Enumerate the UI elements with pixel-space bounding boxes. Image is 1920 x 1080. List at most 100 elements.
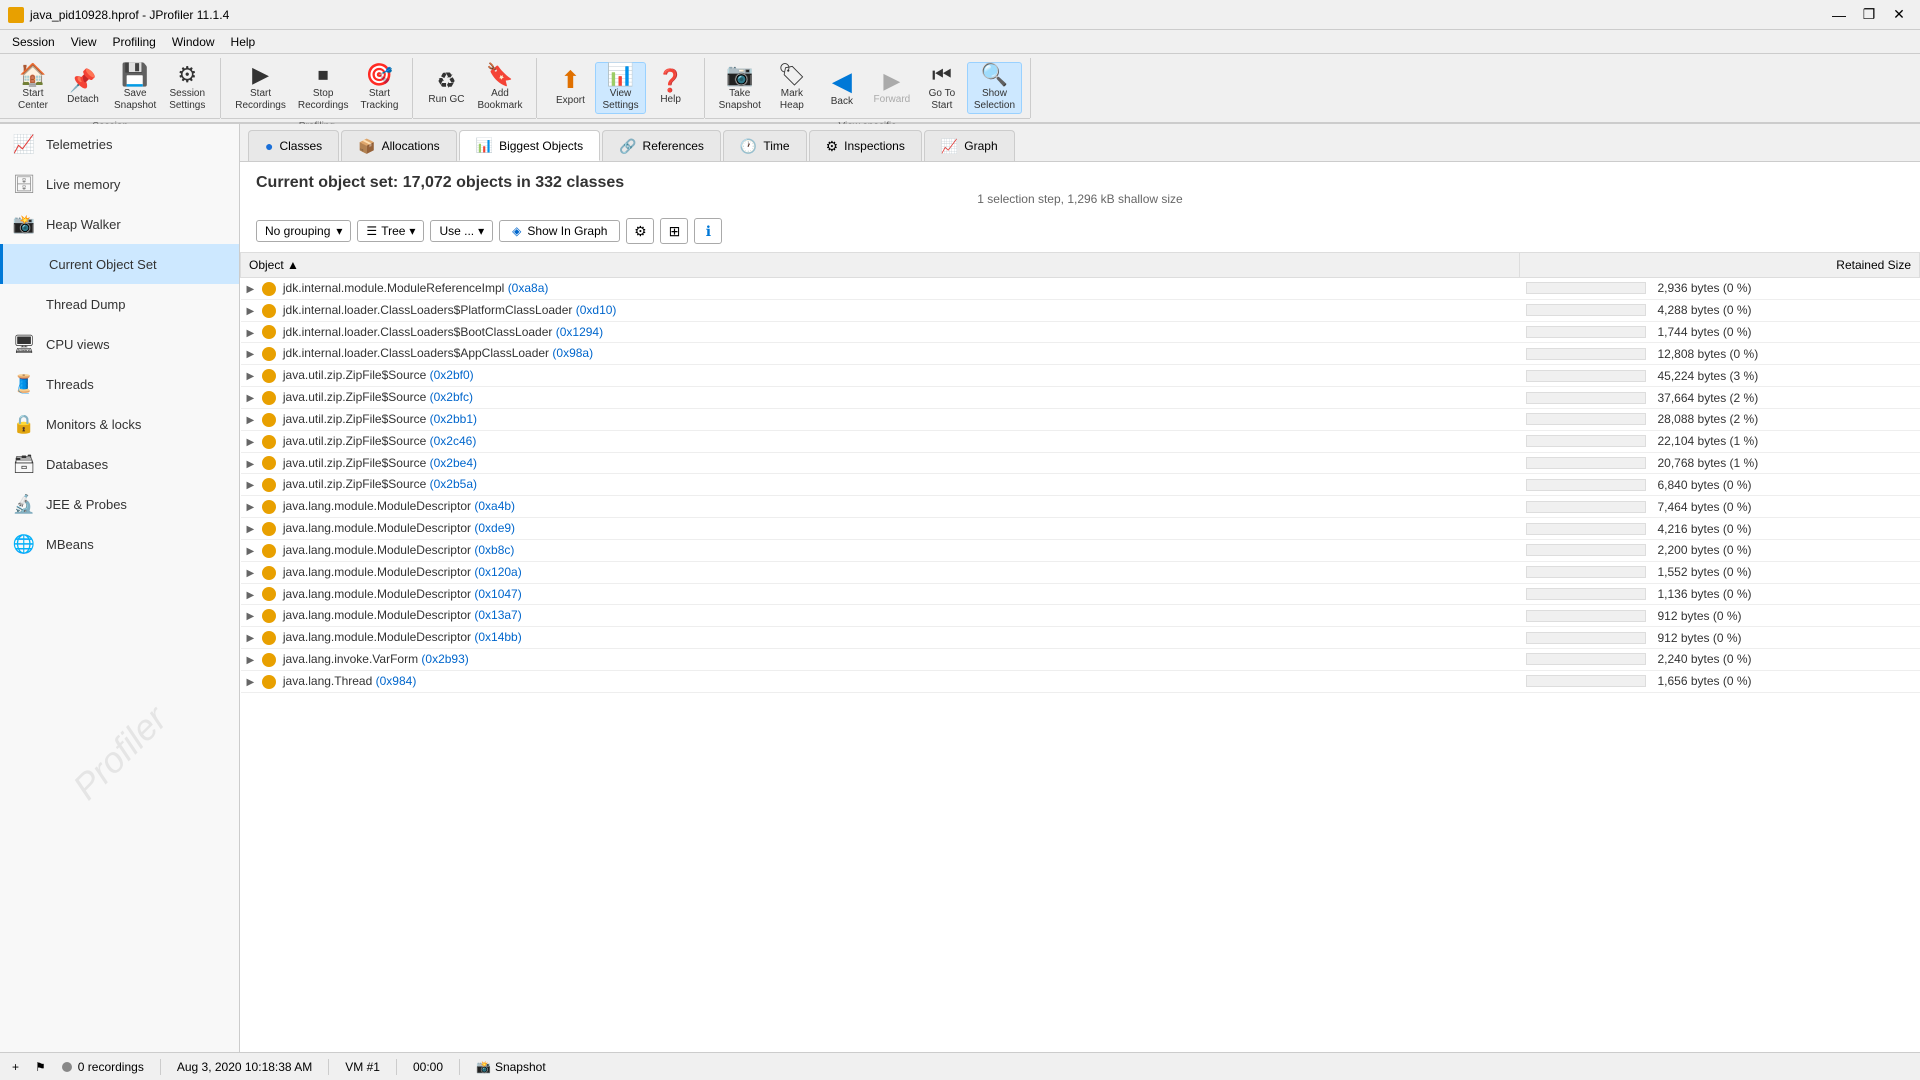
- expand-icon[interactable]: ▶: [247, 349, 255, 360]
- column-retained-size[interactable]: Retained Size: [1520, 253, 1920, 278]
- grouping-dropdown[interactable]: No grouping ▾: [256, 220, 351, 242]
- add-recording-button[interactable]: +: [12, 1060, 19, 1074]
- expand-icon[interactable]: ▶: [247, 677, 255, 688]
- expand-icon[interactable]: ▶: [247, 371, 255, 382]
- sidebar-item-cpu-views[interactable]: 🖥 CPU views: [0, 324, 239, 364]
- expand-icon[interactable]: ▶: [247, 590, 255, 601]
- view-settings-button[interactable]: 📊 ViewSettings: [595, 62, 645, 114]
- expand-icon[interactable]: ▶: [247, 328, 255, 339]
- sidebar-item-monitors-locks[interactable]: 🔒 Monitors & locks: [0, 404, 239, 444]
- expand-icon[interactable]: ▶: [247, 306, 255, 317]
- tab-references[interactable]: 🔗 References: [602, 130, 721, 161]
- view-mode-dropdown[interactable]: ☰ Tree ▾: [357, 220, 424, 242]
- expand-icon[interactable]: ▶: [247, 633, 255, 644]
- column-object[interactable]: Object: [241, 253, 1520, 278]
- settings-icon-button[interactable]: ⚙: [626, 218, 654, 244]
- menu-view[interactable]: View: [63, 33, 105, 51]
- export-icon: ⬆: [560, 69, 580, 93]
- expand-icon[interactable]: ▶: [247, 655, 255, 666]
- expand-icon[interactable]: ▶: [247, 524, 255, 535]
- close-button[interactable]: ✕: [1886, 2, 1912, 28]
- main-toolbar: 🏠 StartCenter 📌 Detach 💾 SaveSnapshot ⚙ …: [0, 54, 1920, 124]
- sidebar-item-live-memory[interactable]: 🗄 Live memory: [0, 164, 239, 204]
- tab-graph[interactable]: 📈 Graph: [924, 130, 1015, 161]
- menu-session[interactable]: Session: [4, 33, 63, 51]
- take-snapshot-icon: 📷: [726, 64, 753, 86]
- expand-icon[interactable]: ▶: [247, 459, 255, 470]
- add-bookmark-button[interactable]: 🔖 AddBookmark: [471, 62, 528, 114]
- sidebar-item-current-object-set[interactable]: Current Object Set: [0, 244, 239, 284]
- expand-icon[interactable]: ▶: [247, 502, 255, 513]
- sidebar-item-jee-probes[interactable]: 🔬 JEE & Probes: [0, 484, 239, 524]
- sidebar-item-mbeans[interactable]: 🌐 MBeans: [0, 524, 239, 564]
- expand-icon[interactable]: ▶: [247, 611, 255, 622]
- size-bar-background: [1526, 457, 1646, 469]
- show-selection-button[interactable]: 🔍 ShowSelection: [967, 62, 1022, 114]
- retained-size-cell: 1,656 bytes (0 %): [1520, 670, 1920, 692]
- size-value: 45,224 bytes (3 %): [1658, 369, 1759, 383]
- object-table[interactable]: Object Retained Size ▶ jdk.internal.modu…: [240, 252, 1920, 1052]
- maximize-button[interactable]: ❐: [1856, 2, 1882, 28]
- detach-button[interactable]: 📌 Detach: [58, 62, 108, 114]
- go-to-start-button[interactable]: ⏮ Go ToStart: [917, 62, 967, 114]
- start-recordings-icon: ▶: [252, 64, 269, 86]
- object-cell: ▶ java.lang.module.ModuleDescriptor (0x1…: [241, 561, 1520, 583]
- expand-icon[interactable]: ▶: [247, 284, 255, 295]
- object-count: 17,072 objects in 332 classes: [403, 174, 624, 191]
- object-type-icon: [262, 325, 276, 339]
- minimize-button[interactable]: —: [1826, 2, 1852, 28]
- expand-icon[interactable]: ▶: [247, 546, 255, 557]
- menu-help[interactable]: Help: [223, 33, 264, 51]
- export-button[interactable]: ⬆ Export: [545, 62, 595, 114]
- expand-icon[interactable]: ▶: [247, 480, 255, 491]
- sidebar-item-telemetries[interactable]: 📈 Telemetries: [0, 124, 239, 164]
- size-value: 12,808 bytes (0 %): [1658, 347, 1759, 361]
- toolbar-group-profiling: ▶ StartRecordings ⏹ StopRecordings 🎯 Sta…: [221, 58, 413, 118]
- sidebar-item-databases[interactable]: 🗃 Databases: [0, 444, 239, 484]
- back-button[interactable]: ◀ Back: [817, 62, 867, 114]
- save-snapshot-button[interactable]: 💾 SaveSnapshot: [108, 62, 162, 114]
- tab-inspections[interactable]: ⚙ Inspections: [809, 130, 922, 161]
- flag-button[interactable]: ⚑: [35, 1060, 46, 1074]
- expand-icon[interactable]: ▶: [247, 415, 255, 426]
- mark-heap-button[interactable]: 🏷 MarkHeap: [767, 62, 817, 114]
- object-address: (0x2bf0): [430, 368, 474, 382]
- sidebar-item-heap-walker[interactable]: 📸 Heap Walker: [0, 204, 239, 244]
- table-row: ▶ java.util.zip.ZipFile$Source (0x2bfc) …: [241, 387, 1920, 409]
- snapshot-button[interactable]: 📸 Snapshot: [476, 1060, 546, 1074]
- start-recordings-button[interactable]: ▶ StartRecordings: [229, 62, 292, 114]
- session-settings-button[interactable]: ⚙ SessionSettings: [162, 62, 212, 114]
- use-button[interactable]: Use ... ▾: [430, 220, 493, 242]
- expand-icon[interactable]: ▶: [247, 393, 255, 404]
- sidebar-item-thread-dump[interactable]: Thread Dump: [0, 284, 239, 324]
- tab-biggest-objects[interactable]: 📊 Biggest Objects: [459, 130, 600, 161]
- show-in-graph-button[interactable]: ◈ Show In Graph: [499, 220, 620, 242]
- menu-window[interactable]: Window: [164, 33, 223, 51]
- help-button[interactable]: ❓ Help: [646, 62, 696, 114]
- tab-time[interactable]: 🕐 Time: [723, 130, 807, 161]
- tab-allocations[interactable]: 📦 Allocations: [341, 130, 456, 161]
- vm-info: VM #1: [345, 1060, 380, 1074]
- retained-size-cell: 6,840 bytes (0 %): [1520, 474, 1920, 496]
- object-name: jdk.internal.module.ModuleReferenceImpl: [283, 281, 504, 295]
- retained-size-cell: 912 bytes (0 %): [1520, 605, 1920, 627]
- cpu-views-icon: 🖥: [12, 332, 36, 356]
- sidebar-item-threads[interactable]: 🧵 Threads: [0, 364, 239, 404]
- table-row: ▶ java.util.zip.ZipFile$Source (0x2bb1) …: [241, 408, 1920, 430]
- tab-classes[interactable]: ● Classes: [248, 130, 339, 161]
- run-gc-button[interactable]: ♻ Run GC: [421, 62, 471, 114]
- stop-recordings-button[interactable]: ⏹ StopRecordings: [292, 62, 355, 114]
- expand-icon[interactable]: ▶: [247, 568, 255, 579]
- filter-icon-button[interactable]: ⊞: [660, 218, 688, 244]
- forward-button[interactable]: ▶ Forward: [867, 62, 917, 114]
- object-address: (0xb8c): [474, 543, 514, 557]
- live-memory-icon: 🗄: [12, 172, 36, 196]
- start-tracking-button[interactable]: 🎯 StartTracking: [354, 62, 404, 114]
- info-icon-button[interactable]: ℹ: [694, 218, 722, 244]
- recording-dot: [62, 1062, 72, 1072]
- take-snapshot-button[interactable]: 📷 TakeSnapshot: [713, 62, 767, 114]
- object-address: (0x2be4): [430, 456, 477, 470]
- menu-profiling[interactable]: Profiling: [105, 33, 164, 51]
- expand-icon[interactable]: ▶: [247, 437, 255, 448]
- start-center-button[interactable]: 🏠 StartCenter: [8, 62, 58, 114]
